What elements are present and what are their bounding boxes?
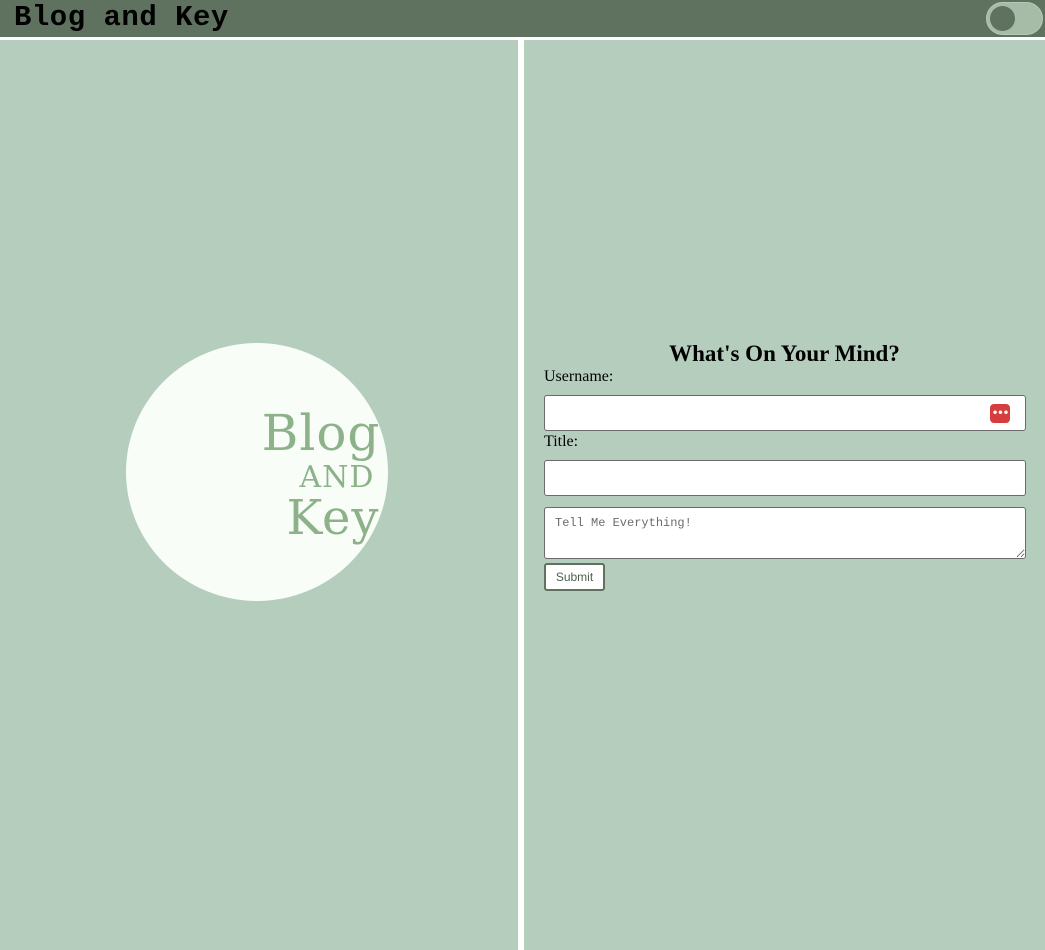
- site-header: Blog and Key: [0, 0, 1045, 37]
- password-dots-icon[interactable]: •••: [990, 404, 1010, 423]
- logo-word-blog: Blog: [261, 404, 381, 462]
- title-input[interactable]: [544, 460, 1026, 496]
- message-textarea[interactable]: [544, 507, 1026, 559]
- post-form-panel: What's On Your Mind? Username: ••• Title…: [524, 40, 1045, 950]
- username-input[interactable]: [544, 395, 1026, 431]
- toggle-knob: [990, 6, 1015, 31]
- theme-toggle[interactable]: [986, 2, 1043, 35]
- logo-word-key: Key: [286, 490, 380, 546]
- logo: Blog AND Key: [126, 343, 388, 601]
- submit-button[interactable]: Submit: [544, 563, 605, 591]
- form-heading: What's On Your Mind?: [669, 341, 900, 366]
- username-label: Username:: [544, 368, 614, 385]
- logo-panel: Blog AND Key: [0, 40, 518, 950]
- site-title: Blog and Key: [14, 1, 229, 34]
- title-label: Title:: [544, 433, 579, 450]
